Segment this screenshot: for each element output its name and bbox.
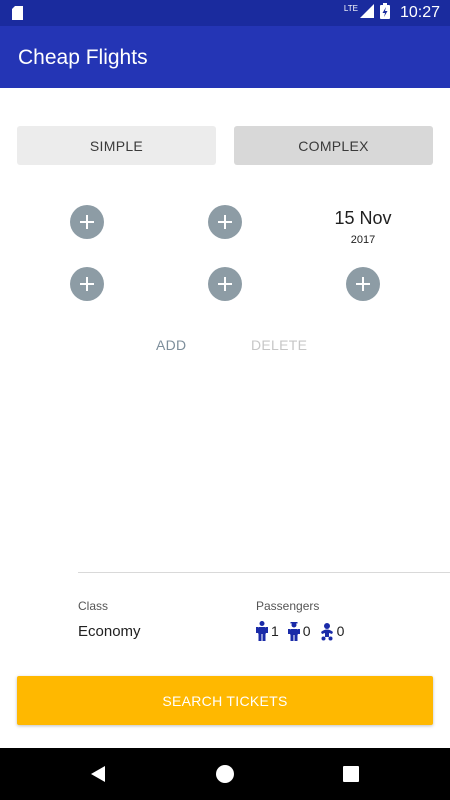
sd-card-icon: [12, 6, 23, 25]
network-type-label: LTE: [343, 3, 358, 13]
adult-count: 1: [271, 623, 279, 639]
complex-mode-button[interactable]: COMPLEX: [234, 126, 433, 165]
date-year[interactable]: 2017: [318, 234, 408, 246]
add-circle-icon: [218, 277, 232, 291]
search-tickets-button[interactable]: SEARCH TICKETS: [17, 676, 433, 725]
add-origin-button[interactable]: [70, 267, 104, 301]
add-circle-icon: [80, 277, 94, 291]
child-count: 0: [302, 623, 311, 639]
infant-passengers[interactable]: 0: [320, 621, 345, 641]
navigation-bar: [0, 748, 450, 800]
app-title: Cheap Flights: [18, 46, 148, 69]
class-label: Class: [78, 599, 109, 613]
simple-mode-button[interactable]: SIMPLE: [17, 126, 216, 165]
add-date-button[interactable]: [346, 267, 380, 301]
add-origin-button[interactable]: [70, 205, 104, 239]
child-icon: [287, 622, 300, 641]
signal-icon: [359, 3, 374, 23]
recents-button[interactable]: [337, 760, 365, 788]
status-time: 10:27: [399, 4, 440, 21]
add-flight-button[interactable]: ADD: [156, 337, 186, 353]
passengers-selector[interactable]: 1 0 0: [256, 621, 353, 641]
app-bar: Cheap Flights: [0, 26, 450, 88]
adult-passengers[interactable]: 1: [256, 621, 279, 641]
child-passengers[interactable]: 0: [287, 621, 311, 641]
infant-count: 0: [336, 623, 345, 639]
class-value[interactable]: Economy: [78, 623, 141, 640]
add-circle-icon: [356, 277, 370, 291]
add-destination-button[interactable]: [208, 267, 242, 301]
add-circle-icon: [218, 215, 232, 229]
add-circle-icon: [80, 215, 94, 229]
status-icons: LTE 10:27: [344, 0, 440, 26]
home-icon: [216, 765, 234, 783]
add-destination-button[interactable]: [208, 205, 242, 239]
status-bar: LTE 10:27: [0, 0, 450, 26]
back-icon: [91, 766, 105, 782]
recents-icon: [343, 766, 359, 782]
adult-icon: [256, 621, 268, 641]
battery-charging-icon: [379, 2, 390, 24]
back-button[interactable]: [84, 760, 112, 788]
date-day[interactable]: 15 Nov: [318, 208, 408, 229]
divider: [78, 572, 450, 573]
home-button[interactable]: [211, 760, 239, 788]
delete-flight-button[interactable]: DELETE: [251, 337, 307, 353]
passengers-label: Passengers: [256, 599, 320, 613]
infant-icon: [320, 623, 333, 641]
